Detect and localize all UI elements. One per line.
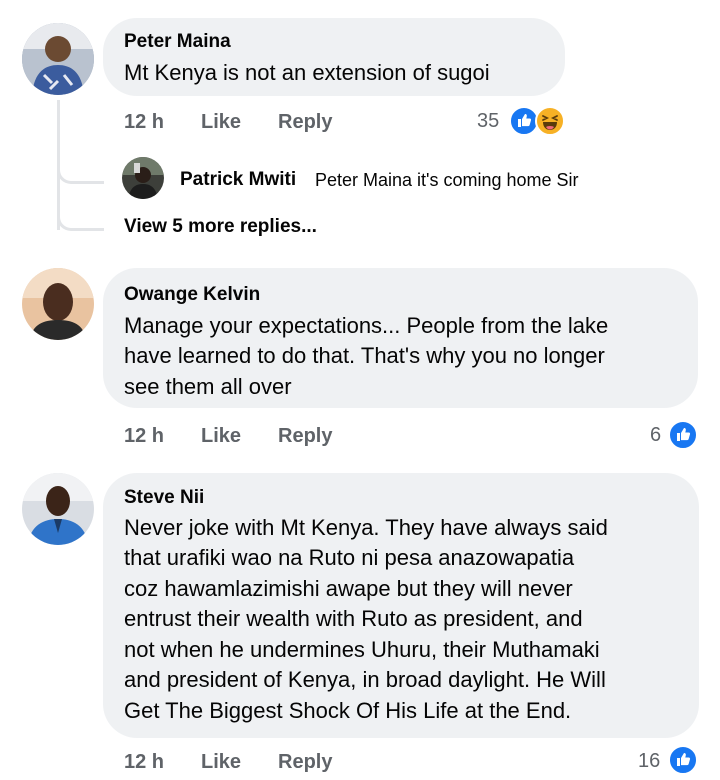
reply-text: Peter Maina it's coming home Sir xyxy=(315,170,579,190)
view-more-replies-link[interactable]: View 5 more replies... xyxy=(124,216,317,238)
reply-button[interactable]: Reply xyxy=(278,111,332,134)
comment-text-line: Never joke with Mt Kenya. They have alwa… xyxy=(124,515,608,540)
thread-branch xyxy=(57,212,104,231)
avatar[interactable] xyxy=(22,268,94,340)
like-button[interactable]: Like xyxy=(201,751,241,774)
haha-icon xyxy=(535,106,565,136)
comment-timestamp[interactable]: 12 h xyxy=(124,425,164,448)
reply-button[interactable]: Reply xyxy=(278,425,332,448)
avatar[interactable] xyxy=(22,23,94,95)
thread-branch xyxy=(57,165,104,184)
reply-button[interactable]: Reply xyxy=(278,751,332,774)
reaction-count[interactable]: 16 xyxy=(638,750,660,773)
comment-text-line: not when he undermines Uhuru, their Muth… xyxy=(124,637,600,662)
profile-photo xyxy=(22,473,94,545)
comment-text-line: Manage your expectations... People from … xyxy=(124,313,609,338)
profile-photo xyxy=(22,268,94,340)
comment-text-line: coz hawamlazimishi awape but they will n… xyxy=(124,576,573,601)
comment-text: Mt Kenya is not an extension of sugoi xyxy=(124,60,490,85)
like-button[interactable]: Like xyxy=(201,425,241,448)
like-icon xyxy=(668,420,698,450)
profile-photo xyxy=(122,157,164,199)
comment-timestamp[interactable]: 12 h xyxy=(124,111,164,134)
avatar[interactable] xyxy=(22,473,94,545)
reaction-count[interactable]: 35 xyxy=(477,110,499,133)
comment-text-line: see them all over xyxy=(124,374,292,399)
avatar[interactable] xyxy=(122,157,164,199)
reply-author[interactable]: Patrick Mwiti xyxy=(180,169,296,191)
profile-photo xyxy=(22,23,94,95)
comment-timestamp[interactable]: 12 h xyxy=(124,751,164,774)
comment-author[interactable]: Peter Maina xyxy=(124,31,231,53)
comment-text-line: have learned to do that. That's why you … xyxy=(124,343,605,368)
like-icon xyxy=(668,745,698,775)
comment-text-line: Get The Biggest Shock Of His Life at the… xyxy=(124,698,572,723)
comment-text-line: entrust their wealth with Ruto as presid… xyxy=(124,606,583,631)
like-button[interactable]: Like xyxy=(201,111,241,134)
comment-author[interactable]: Owange Kelvin xyxy=(124,284,260,306)
comment-text-line: that urafiki wao na Ruto ni pesa anazowa… xyxy=(124,545,575,570)
reaction-count[interactable]: 6 xyxy=(650,424,661,447)
comment-author[interactable]: Steve Nii xyxy=(124,487,204,509)
comment-text-line: and president of Kenya, in broad dayligh… xyxy=(124,667,606,692)
